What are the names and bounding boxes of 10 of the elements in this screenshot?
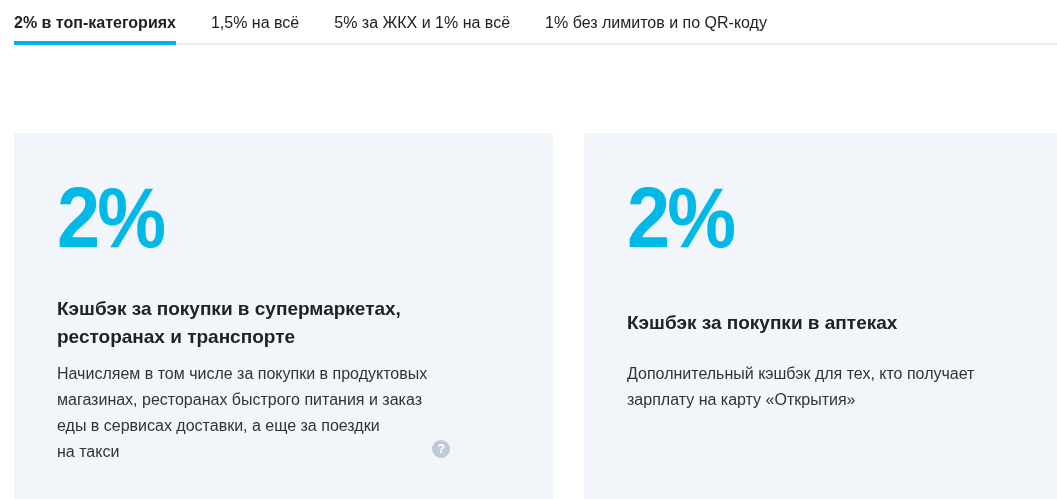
card-title: Кэшбэк за покупки в аптеках (627, 311, 899, 335)
tab[interactable]: 1% без лимитов и по QR-коду (545, 0, 767, 45)
cashback-rate: 2% (627, 177, 734, 257)
cashback-rate: 2% (57, 177, 164, 257)
card-title: Кэшбэк за покупки в супермаркетах, ресторанах и транспорте (57, 297, 402, 349)
card-description: Дополнительный кэшбэк для тех, кто получает зарплату на карту «Открытия» (627, 364, 975, 410)
card-description: Начисляем в том числе за покупки в продуктовых магазинах, ресторанах быстрого питания и заказ еды в сервисах доставки, а еще за поездки на такси (57, 364, 428, 462)
tab[interactable]: 2% в топ-категориях (14, 0, 176, 45)
tab[interactable]: 1,5% на всё (210, 0, 300, 45)
tab[interactable]: 5% за ЖКХ и 1% на всё (334, 0, 511, 45)
